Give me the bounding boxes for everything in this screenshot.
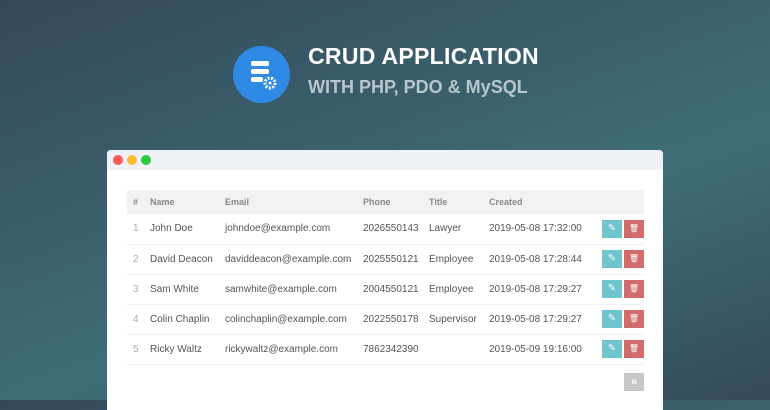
table-row: 1 John Doe johndoe@example.com 2026550143 La… xyxy=(127,214,644,245)
cell-email: colinchaplin@example.com xyxy=(225,304,363,335)
edit-button[interactable]: ✎ xyxy=(602,219,622,238)
pencil-icon: ✎ xyxy=(607,283,617,294)
cell-title: Supervisor xyxy=(429,304,489,335)
cell-name: Ricky Waltz xyxy=(150,334,225,365)
cell-id: 4 xyxy=(127,304,150,335)
page-subtitle: WITH PHP, PDO & MySQL xyxy=(308,77,528,97)
col-id: # xyxy=(127,190,150,214)
col-phone: Phone xyxy=(363,190,429,214)
cell-name: Colin Chaplin xyxy=(150,304,225,335)
cell-name: Sam White xyxy=(150,274,225,305)
minimize-window-button[interactable] xyxy=(127,155,137,165)
delete-button[interactable]: 🗑 xyxy=(624,219,644,238)
table-row: 3 Sam White samwhite@example.com 2004550121… xyxy=(127,274,644,305)
cell-id: 2 xyxy=(127,244,150,275)
cell-created: 2019-05-08 17:28:44 xyxy=(489,244,593,275)
cell-phone: 2022550178 xyxy=(363,304,429,335)
col-actions xyxy=(593,190,644,214)
cell-title: Employee xyxy=(429,274,489,305)
col-created: Created xyxy=(489,190,593,214)
records-table: # Name Email Phone Title Created 1 John D… xyxy=(127,190,644,365)
cell-id: 5 xyxy=(127,334,150,365)
edit-button[interactable]: ✎ xyxy=(602,310,622,328)
edit-button[interactable]: ✎ xyxy=(602,340,622,358)
cell-phone: 2004550121 xyxy=(363,274,429,305)
cell-title: Employee xyxy=(429,244,489,275)
table-row: 4 Colin Chaplin colinchaplin@example.com 20… xyxy=(127,304,644,335)
col-name: Name xyxy=(150,190,225,214)
cell-title xyxy=(429,334,489,365)
trash-icon: 🗑 xyxy=(628,284,640,293)
cell-email: daviddeacon@example.com xyxy=(225,244,363,275)
window-titlebar xyxy=(107,150,663,170)
cell-email: johndoe@example.com xyxy=(225,214,363,245)
table-row: 5 Ricky Waltz rickywaltz@example.com 786234… xyxy=(127,334,644,365)
cell-created: 2019-05-09 19:16:00 xyxy=(489,334,593,365)
col-email: Email xyxy=(225,190,363,214)
table-header: # Name Email Phone Title Created xyxy=(127,190,644,214)
app-logo-icon xyxy=(233,46,290,103)
delete-button[interactable]: 🗑 xyxy=(624,340,644,358)
trash-icon: 🗑 xyxy=(628,254,640,263)
pencil-icon: ✎ xyxy=(607,253,617,264)
cell-phone: 2026550143 xyxy=(363,214,429,245)
pencil-icon: ✎ xyxy=(607,313,617,324)
cell-id: 1 xyxy=(127,214,150,245)
maximize-window-button[interactable] xyxy=(141,155,151,165)
delete-button[interactable]: 🗑 xyxy=(624,310,644,328)
close-window-button[interactable] xyxy=(113,155,123,165)
edit-button[interactable]: ✎ xyxy=(602,250,622,268)
cell-title: Lawyer xyxy=(429,214,489,245)
cell-phone: 7862342390 xyxy=(363,334,429,365)
next-page-button[interactable]: » xyxy=(624,373,644,391)
delete-button[interactable]: 🗑 xyxy=(624,280,644,298)
cell-created: 2019-05-08 17:32:00 xyxy=(489,214,593,245)
cell-email: rickywaltz@example.com xyxy=(225,334,363,365)
col-title: Title xyxy=(429,190,489,214)
cell-id: 3 xyxy=(127,274,150,305)
cell-phone: 2025550121 xyxy=(363,244,429,275)
edit-button[interactable]: ✎ xyxy=(602,280,622,298)
delete-button[interactable]: 🗑 xyxy=(624,250,644,268)
trash-icon: 🗑 xyxy=(628,223,640,233)
trash-icon: 🗑 xyxy=(628,314,640,323)
cell-name: David Deacon xyxy=(150,244,225,275)
cell-email: samwhite@example.com xyxy=(225,274,363,305)
cell-created: 2019-05-08 17:29:27 xyxy=(489,274,593,305)
pencil-icon: ✎ xyxy=(607,222,617,234)
table-row: 2 David Deacon daviddeacon@example.com 2025… xyxy=(127,244,644,275)
trash-icon: 🗑 xyxy=(628,344,640,353)
app-window: # Name Email Phone Title Created 1 John D… xyxy=(107,150,663,410)
pencil-icon: ✎ xyxy=(607,343,617,354)
page-title: CRUD APPLICATION xyxy=(308,43,539,69)
cell-created: 2019-05-08 17:29:27 xyxy=(489,304,593,335)
cell-name: John Doe xyxy=(150,214,225,245)
